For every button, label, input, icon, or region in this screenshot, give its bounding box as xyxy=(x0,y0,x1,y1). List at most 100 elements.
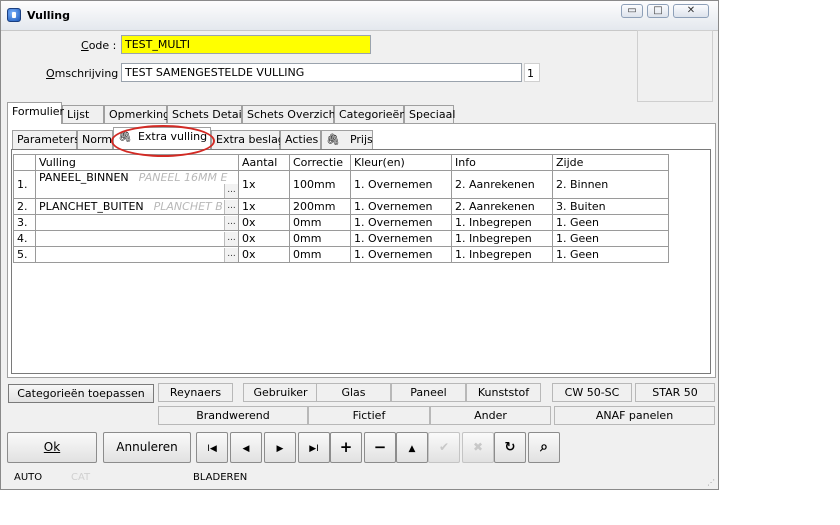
confirm-button[interactable]: ✔ xyxy=(428,432,460,463)
last-record-button[interactable]: ▶I xyxy=(298,432,330,463)
tab-lijst[interactable]: Lijst xyxy=(62,105,104,124)
resize-grip-icon[interactable]: ⋰ xyxy=(707,479,716,488)
category-ander[interactable]: Ander xyxy=(430,406,551,425)
info-cell[interactable]: 1. Inbegrepen xyxy=(451,246,553,263)
subtab-norm[interactable]: Norm xyxy=(77,130,113,149)
correctie-cell[interactable]: 100mm xyxy=(289,170,351,199)
tab-categorieen[interactable]: Categorieën xyxy=(334,105,406,124)
correctie-cell[interactable]: 0mm xyxy=(289,214,351,231)
tab-schets-detail[interactable]: Schets Detail xyxy=(167,105,245,124)
correctie-cell[interactable]: 0mm xyxy=(289,246,351,263)
info-cell[interactable]: 1. Inbegrepen xyxy=(451,214,553,231)
kleur-cell[interactable]: 1. Overnemen xyxy=(350,214,452,231)
previous-record-button[interactable]: ◀ xyxy=(230,432,262,463)
tab-opmerking-label: Opmerking xyxy=(109,108,171,121)
refresh-button[interactable]: ↻ xyxy=(494,432,526,463)
annuleren-button[interactable]: Annuleren xyxy=(103,432,191,463)
ok-button[interactable]: Ok xyxy=(7,432,97,463)
lookup-button[interactable]: ... xyxy=(224,199,238,214)
tab-schets-overzicht[interactable]: Schets Overzicht xyxy=(242,105,340,124)
category-fictief[interactable]: Fictief xyxy=(308,406,430,425)
table-row[interactable]: 3. ... 0x 0mm 1. Overnemen 1. Inbegrepen… xyxy=(13,214,669,231)
zijde-cell[interactable]: 3. Buiten xyxy=(552,198,669,215)
subtab-extra-beslag[interactable]: Extra beslag xyxy=(211,130,285,149)
category-paneel[interactable]: Paneel xyxy=(391,383,466,402)
lookup-button[interactable]: ... xyxy=(224,184,238,198)
subtab-acties[interactable]: Acties xyxy=(280,130,321,149)
info-cell[interactable]: 1. Inbegrepen xyxy=(451,230,553,247)
maximize-button[interactable]: □ xyxy=(647,4,669,18)
categorieen-toepassen-button[interactable]: Categorieën toepassen xyxy=(8,384,154,403)
zijde-cell[interactable]: 1. Geen xyxy=(552,230,669,247)
tab-formulier-label: Formulier xyxy=(12,105,65,118)
category-gebruiker[interactable]: Gebruiker xyxy=(243,383,318,402)
search-button[interactable]: ⌕ xyxy=(528,432,560,463)
category-brandwerend[interactable]: Brandwerend xyxy=(158,406,308,425)
zijde-cell[interactable]: 2. Binnen xyxy=(552,170,669,199)
zijde-cell[interactable]: 1. Geen xyxy=(552,246,669,263)
table-row[interactable]: 5. ... 0x 0mm 1. Overnemen 1. Inbegrepen… xyxy=(13,246,669,263)
category-cw-50-sc[interactable]: CW 50-SC xyxy=(552,383,632,402)
lookup-button[interactable]: ... xyxy=(224,215,238,230)
cancel-button[interactable]: ✖ xyxy=(462,432,494,463)
correctie-cell[interactable]: 0mm xyxy=(289,230,351,247)
col-header-correctie: Correctie xyxy=(289,154,351,171)
binoculars-icon: ⌕ xyxy=(540,439,548,455)
vulling-cell[interactable]: ... xyxy=(35,214,239,231)
info-cell[interactable]: 2. Aanrekenen xyxy=(451,198,553,215)
col-header-vulling: Vulling xyxy=(35,154,239,171)
category-kunststof[interactable]: Kunststof xyxy=(466,383,541,402)
tab-formulier[interactable]: Formulier xyxy=(7,102,65,124)
vulling-cell[interactable]: PANEEL_BINNEN PANEEL 16MM E... xyxy=(35,170,239,199)
aantal-cell[interactable]: 0x xyxy=(238,230,290,247)
delete-record-button[interactable]: − xyxy=(364,432,396,463)
subtab-extra-beslag-label: Extra beslag xyxy=(216,133,285,146)
kleur-cell[interactable]: 1. Overnemen xyxy=(350,170,452,199)
code-input[interactable]: TEST_MULTI xyxy=(121,35,371,54)
kleur-cell[interactable]: 1. Overnemen xyxy=(350,246,452,263)
vulling-code: PLANCHET_BUITEN xyxy=(39,199,144,213)
kleur-cell[interactable]: 1. Overnemen xyxy=(350,230,452,247)
table-row[interactable]: 4. ... 0x 0mm 1. Overnemen 1. Inbegrepen… xyxy=(13,230,669,247)
vulling-code: PANEEL_BINNEN xyxy=(39,171,129,185)
vulling-cell[interactable]: PLANCHET_BUITEN PLANCHET B... xyxy=(35,198,239,215)
aantal-cell[interactable]: 1x xyxy=(238,198,290,215)
zijde-cell[interactable]: 1. Geen xyxy=(552,214,669,231)
tab-speciaal-label: Speciaal xyxy=(409,108,456,121)
col-header-kleur: Kleur(en) xyxy=(350,154,452,171)
add-record-button[interactable]: + xyxy=(330,432,362,463)
edit-record-button[interactable]: ▲ xyxy=(396,432,428,463)
aantal-cell[interactable]: 0x xyxy=(238,246,290,263)
close-button[interactable]: ✕ xyxy=(673,4,709,18)
ok-label: Ok xyxy=(43,440,61,454)
aantal-cell[interactable]: 0x xyxy=(238,214,290,231)
row-number: 5. xyxy=(13,246,36,263)
title-bar[interactable]: Vulling ▭ □ ✕ xyxy=(1,1,718,31)
aantal-cell[interactable]: 1x xyxy=(238,170,290,199)
code-label: Code : xyxy=(81,39,117,52)
subtab-extra-vulling[interactable]: 🖇 Extra vulling xyxy=(113,127,211,149)
subtab-parameters[interactable]: Parameters xyxy=(12,130,80,149)
vulling-cell[interactable]: ... xyxy=(35,246,239,263)
category-anaf-panelen[interactable]: ANAF panelen xyxy=(554,406,715,425)
info-cell[interactable]: 2. Aanrekenen xyxy=(451,170,553,199)
vulling-cell[interactable]: ... xyxy=(35,230,239,247)
subtab-prijs[interactable]: 🖇 Prijs xyxy=(321,130,373,149)
correctie-cell[interactable]: 200mm xyxy=(289,198,351,215)
category-reynaers[interactable]: Reynaers xyxy=(158,383,233,402)
table-row[interactable]: 1. PANEEL_BINNEN PANEEL 16MM E... 1x 100m… xyxy=(13,170,669,199)
tab-lijst-label: Lijst xyxy=(67,108,90,121)
first-record-button[interactable]: I◀ xyxy=(196,432,228,463)
table-row[interactable]: 2. PLANCHET_BUITEN PLANCHET B... 1x 200mm… xyxy=(13,198,669,215)
category-star-50[interactable]: STAR 50 xyxy=(635,383,715,402)
tab-opmerking[interactable]: Opmerking xyxy=(104,105,171,124)
next-record-button[interactable]: ▶ xyxy=(264,432,296,463)
tab-speciaal[interactable]: Speciaal xyxy=(404,105,456,124)
lookup-button[interactable]: ... xyxy=(224,247,238,262)
minimize-button[interactable]: ▭ xyxy=(621,4,643,18)
status-mode: AUTO xyxy=(14,472,43,483)
omschrijving-input[interactable]: TEST SAMENGESTELDE VULLING xyxy=(121,63,522,82)
kleur-cell[interactable]: 1. Overnemen xyxy=(350,198,452,215)
lookup-button[interactable]: ... xyxy=(224,231,238,246)
category-glas[interactable]: Glas xyxy=(316,383,391,402)
